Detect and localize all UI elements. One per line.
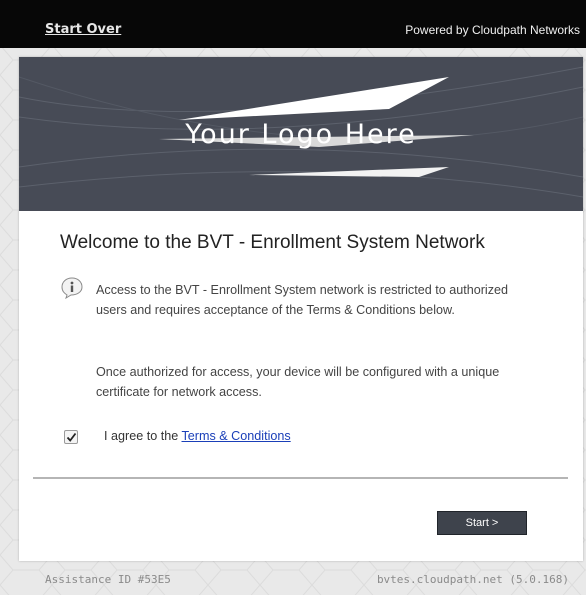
info-paragraph-certificate: Once authorized for access, your device … [96,365,500,399]
info-paragraph-restriction: Access to the BVT - Enrollment System ne… [96,283,509,317]
terms-link[interactable]: Terms & Conditions [182,429,291,443]
agree-label: I agree to the Terms & Conditions [104,429,291,443]
top-bar: Start Over Powered by Cloudpath Networks [0,0,586,48]
page-title: Welcome to the BVT - Enrollment System N… [60,232,485,253]
checkmark-icon [66,432,77,442]
logo-banner: Your Logo Here [19,57,583,211]
start-over-link[interactable]: Start Over [45,22,121,37]
host-version: bvtes.cloudpath.net (5.0.168) [376,573,569,586]
agree-prefix: I agree to the [104,429,179,443]
enrollment-card: Your Logo Here Welcome to the BVT - Enro… [19,57,583,561]
powered-by-text: Powered by Cloudpath Networks [405,23,580,37]
logo-placeholder: Your Logo Here [185,119,417,150]
assistance-id: Assistance ID #53E5 [45,573,171,586]
info-icon [61,277,83,299]
divider [33,477,568,479]
agree-checkbox[interactable] [64,430,78,444]
start-button[interactable]: Start > [437,511,527,535]
